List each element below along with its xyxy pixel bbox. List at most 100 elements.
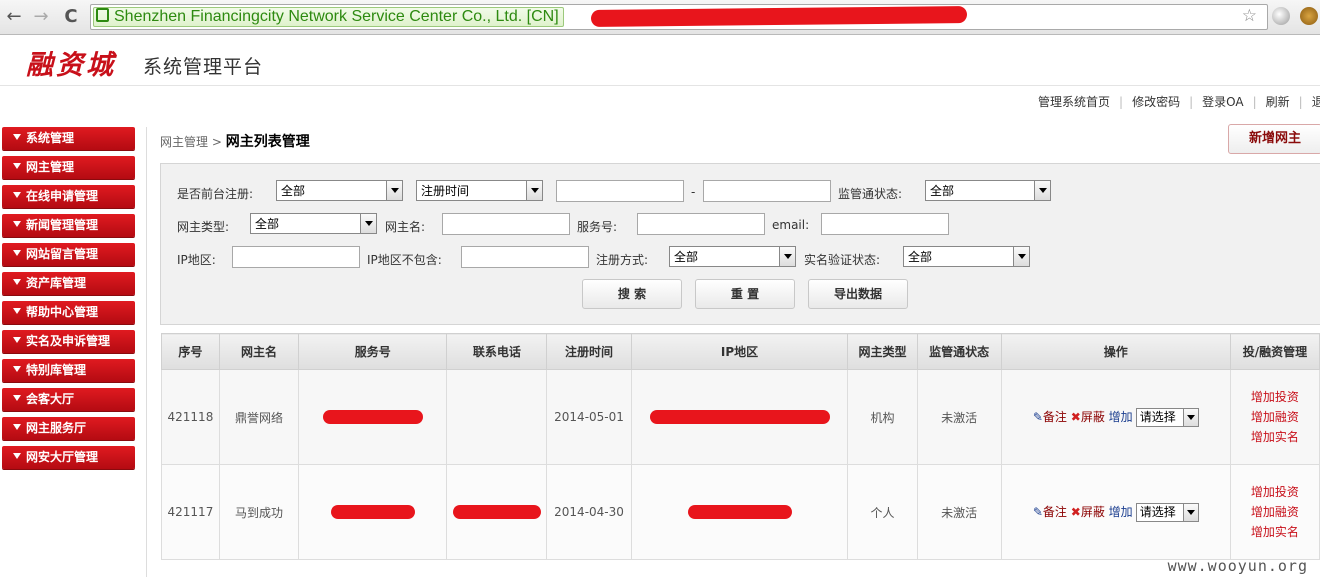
add-investment-link[interactable]: 增加投资	[1231, 387, 1319, 407]
sidebar-item-system[interactable]: 系统管理	[2, 127, 135, 150]
sidebar-item-owner-service[interactable]: 网主服务厅	[2, 417, 135, 440]
extension-globe-icon[interactable]	[1272, 7, 1290, 25]
site-header: 融资城 系统管理平台	[0, 35, 1320, 86]
sidebar-item-owner[interactable]: 网主管理	[2, 156, 135, 179]
ev-certificate-badge[interactable]: Shenzhen Financingcity Network Service C…	[93, 7, 564, 27]
dropdown-arrow-icon	[526, 181, 542, 200]
column-header-owner-type: 网主类型	[847, 333, 918, 370]
address-bar[interactable]: Shenzhen Financingcity Network Service C…	[90, 4, 1268, 30]
dropdown-arrow-icon	[1182, 408, 1198, 426]
sidebar-item-news[interactable]: 新闻管理管理	[2, 214, 135, 237]
email-input[interactable]	[821, 213, 949, 235]
cell-date: 2014-05-01	[546, 369, 632, 465]
sidebar-item-reception[interactable]: 会客大厅	[2, 388, 135, 411]
back-icon[interactable]: ←	[3, 6, 25, 28]
triangle-down-icon	[13, 279, 21, 285]
action-select[interactable]: 请选择	[1135, 502, 1199, 522]
add-realname-link[interactable]: 增加实名	[1231, 522, 1319, 542]
register-method-select[interactable]: 全部	[669, 246, 796, 267]
breadcrumb-separator: >	[211, 135, 222, 149]
reset-button[interactable]: 重 置	[695, 279, 795, 309]
owner-type-label: 网主类型:	[177, 220, 230, 234]
filter-panel: 是否前台注册: 全部 注册时间 - 监管通状态: 全部 网主类型: 全部 网主名…	[160, 163, 1320, 325]
watermark: www.wooyun.org	[1167, 557, 1308, 575]
divider: |	[1119, 95, 1124, 109]
dropdown-arrow-icon	[1013, 247, 1029, 266]
cell-ip-region	[630, 464, 849, 560]
top-link-home[interactable]: 管理系统首页	[1038, 95, 1110, 109]
sidebar-item-security[interactable]: 网安大厅管理	[2, 446, 135, 469]
triangle-down-icon	[13, 453, 21, 459]
sidebar-item-label: 特别库管理	[26, 363, 87, 377]
supervision-select[interactable]: 全部	[925, 180, 1051, 201]
add-financing-link[interactable]: 增加融资	[1231, 502, 1319, 522]
service-no-input[interactable]	[637, 213, 765, 235]
breadcrumb-parent[interactable]: 网主管理	[160, 135, 208, 149]
note-link[interactable]: 备注	[1043, 410, 1067, 424]
divider: |	[1189, 95, 1194, 109]
cell-service-no	[298, 369, 448, 465]
column-header-phone: 联系电话	[446, 333, 548, 370]
system-title: 系统管理平台	[143, 56, 264, 78]
add-owner-button[interactable]: 新增网主	[1228, 124, 1320, 154]
cell-phone	[446, 464, 548, 560]
add-realname-link[interactable]: 增加实名	[1231, 427, 1319, 447]
cell-phone	[446, 369, 548, 465]
note-link[interactable]: 备注	[1043, 505, 1067, 519]
owner-name-input[interactable]	[442, 213, 570, 235]
sidebar-item-label: 网主服务厅	[26, 421, 87, 435]
date-start-input[interactable]	[556, 180, 684, 202]
forward-icon[interactable]: →	[30, 6, 52, 28]
sidebar-item-label: 实名及申诉管理	[26, 334, 111, 348]
triangle-down-icon	[13, 163, 21, 169]
sidebar-item-help[interactable]: 帮助中心管理	[2, 301, 135, 324]
email-label: email:	[772, 218, 810, 232]
sidebar-item-messages[interactable]: 网站留言管理	[2, 243, 135, 266]
column-header-service-no: 服务号	[298, 333, 448, 370]
add-financing-link[interactable]: 增加融资	[1231, 407, 1319, 427]
block-link[interactable]: 屏蔽	[1081, 410, 1105, 424]
column-header-fund-mgmt: 投/融资管理	[1229, 333, 1320, 370]
search-button[interactable]: 搜 索	[582, 279, 682, 309]
add-link[interactable]: 增加	[1109, 505, 1133, 519]
realname-label: 实名验证状态:	[804, 253, 881, 267]
top-link-logout[interactable]: 退	[1312, 95, 1320, 109]
date-end-input[interactable]	[703, 180, 831, 202]
sidebar-item-realname[interactable]: 实名及申诉管理	[2, 330, 135, 353]
add-link[interactable]: 增加	[1109, 410, 1133, 424]
register-method-label: 注册方式:	[596, 253, 649, 267]
triangle-down-icon	[13, 192, 21, 198]
block-link[interactable]: 屏蔽	[1081, 505, 1105, 519]
top-link-refresh[interactable]: 刷新	[1266, 95, 1290, 109]
sidebar-item-special[interactable]: 特别库管理	[2, 359, 135, 382]
triangle-down-icon	[13, 221, 21, 227]
realname-select[interactable]: 全部	[903, 246, 1030, 267]
top-link-change-password[interactable]: 修改密码	[1132, 95, 1180, 109]
redacted-value	[452, 505, 541, 520]
sidebar-item-assets[interactable]: 资产库管理	[2, 272, 135, 295]
top-link-login-oa[interactable]: 登录OA	[1202, 95, 1243, 109]
front-register-label: 是否前台注册:	[177, 187, 254, 201]
dropdown-arrow-icon	[779, 247, 795, 266]
front-register-select[interactable]: 全部	[276, 180, 403, 201]
date-separator: -	[691, 185, 696, 199]
supervision-label: 监管通状态:	[838, 187, 903, 201]
ip-region-input[interactable]	[232, 246, 360, 268]
date-type-select[interactable]: 注册时间	[416, 180, 543, 201]
pencil-icon: ✎	[1032, 504, 1043, 519]
sidebar-item-label: 资产库管理	[26, 276, 87, 290]
triangle-down-icon	[13, 250, 21, 256]
bookmark-star-icon[interactable]: ☆	[1242, 6, 1257, 26]
extension-cookie-icon[interactable]	[1300, 7, 1318, 25]
owner-type-select[interactable]: 全部	[250, 213, 377, 234]
export-button[interactable]: 导出数据	[808, 279, 908, 309]
column-header-actions: 操作	[1000, 333, 1231, 370]
top-nav: 管理系统首页 | 修改密码 | 登录OA | 刷新 | 退	[0, 86, 1320, 116]
add-investment-link[interactable]: 增加投资	[1231, 482, 1319, 502]
action-select[interactable]: 请选择	[1135, 407, 1199, 427]
browser-toolbar: ← → C Shenzhen Financingcity Network Ser…	[0, 0, 1320, 35]
sidebar-item-online-apply[interactable]: 在线申请管理	[2, 185, 135, 208]
reload-icon[interactable]: C	[60, 6, 82, 28]
ip-exclude-input[interactable]	[461, 246, 589, 268]
cell-name: 马到成功	[218, 464, 300, 560]
